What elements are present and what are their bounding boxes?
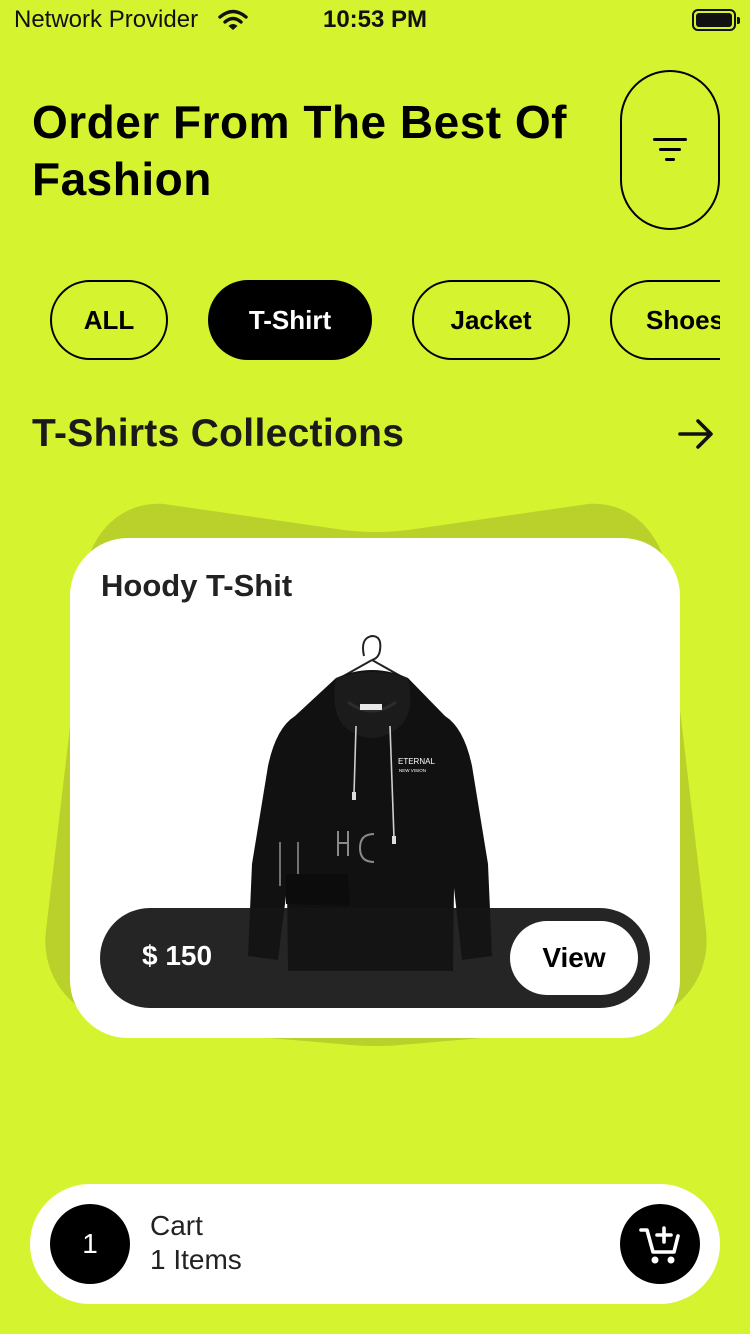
category-tabs: ALL T-Shirt Jacket Shoes (50, 280, 720, 360)
view-button[interactable]: View (510, 921, 638, 995)
filter-button[interactable] (620, 70, 720, 230)
page-title: Order From The Best Of Fashion (32, 96, 567, 205)
product-card[interactable]: Hoody T-Shit ETERNAL NEW VISION $ 150 Vi… (70, 538, 680, 1038)
cart-count-badge: 1 (50, 1204, 130, 1284)
product-name: Hoody T-Shit (101, 568, 293, 603)
app-screen: Network Provider 10:53 PM Order From The… (0, 0, 750, 1334)
cart-button[interactable] (620, 1204, 700, 1284)
section-title: T-Shirts Collections (32, 412, 405, 455)
chest-print: ETERNAL (398, 757, 435, 766)
battery-icon (692, 9, 740, 31)
arrow-right-icon[interactable] (676, 416, 716, 452)
category-shoes[interactable]: Shoes (610, 280, 720, 360)
price-bar: $ 150 View (100, 908, 650, 1008)
cart-label: Cart (150, 1210, 203, 1241)
cart-bar[interactable]: 1 Cart 1 Items (30, 1184, 720, 1304)
cart-items-count: 1 Items (150, 1244, 242, 1275)
status-bar: Network Provider 10:53 PM (0, 0, 750, 40)
status-time: 10:53 PM (322, 6, 428, 33)
category-tshirt[interactable]: T-Shirt (208, 280, 372, 360)
chest-print-sub: NEW VISION (399, 768, 426, 773)
category-jacket[interactable]: Jacket (412, 280, 570, 360)
filter-icon (653, 138, 687, 162)
category-all[interactable]: ALL (50, 280, 168, 360)
product-price: $ 150 (142, 940, 213, 971)
add-to-cart-icon (639, 1226, 680, 1264)
